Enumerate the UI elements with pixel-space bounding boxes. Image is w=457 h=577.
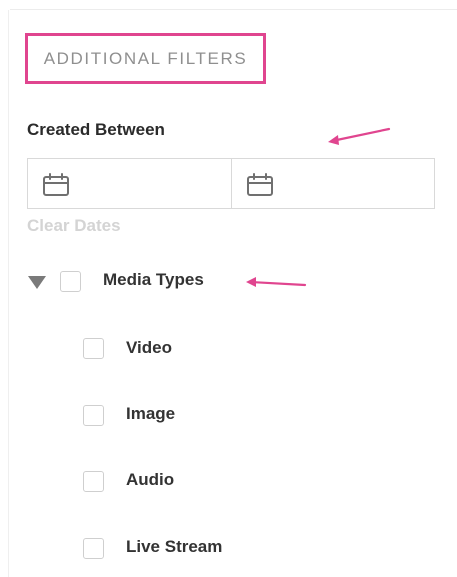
annotation-arrow-created-between [328, 127, 391, 145]
panel-left-border [8, 10, 9, 577]
calendar-icon[interactable] [42, 173, 70, 197]
panel-top-divider [10, 9, 457, 10]
annotation-arrow-media-types [246, 277, 307, 287]
image-checkbox[interactable] [83, 405, 104, 426]
start-date-field[interactable] [28, 159, 231, 208]
video-checkbox[interactable] [83, 338, 104, 359]
live-stream-option-label: Live Stream [126, 537, 223, 556]
additional-filters-header: ADDITIONAL FILTERS [25, 33, 266, 84]
image-option-label: Image [126, 404, 176, 423]
video-option-label: Video [126, 338, 172, 357]
media-types-label: Media Types [103, 270, 204, 289]
clear-dates-link[interactable]: Clear Dates [27, 216, 121, 236]
live-stream-checkbox[interactable] [83, 538, 104, 559]
additional-filters-title: ADDITIONAL FILTERS [43, 48, 248, 68]
created-between-label: Created Between [27, 120, 165, 139]
media-types-checkbox[interactable] [60, 271, 81, 292]
end-date-field[interactable] [230, 159, 434, 208]
calendar-icon[interactable] [246, 173, 274, 197]
audio-option-label: Audio [126, 470, 175, 489]
media-types-collapse-triangle-icon[interactable] [28, 276, 46, 289]
created-between-date-range [27, 158, 435, 209]
additional-filters-panel: ADDITIONAL FILTERS Created Between Clear… [0, 0, 457, 577]
audio-checkbox[interactable] [83, 471, 104, 492]
